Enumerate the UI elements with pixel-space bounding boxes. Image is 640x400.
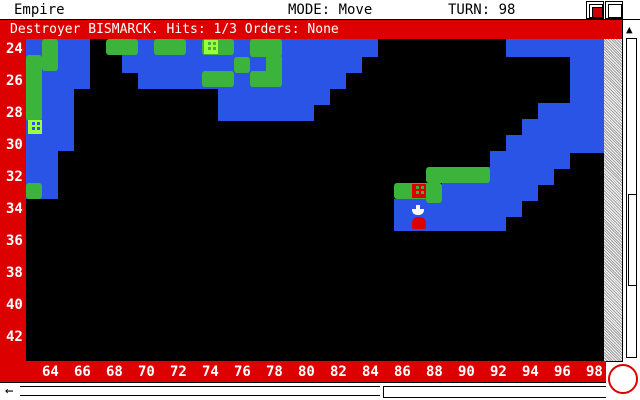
enemy-city-icon[interactable] <box>412 184 426 198</box>
col-label: 90 <box>458 364 475 380</box>
ocean-area <box>218 103 314 121</box>
row-label: 24 <box>6 41 23 57</box>
column-ruler: 64 66 68 70 72 74 76 78 80 82 84 86 88 9… <box>0 361 606 382</box>
land-tile <box>42 39 58 71</box>
col-label: 72 <box>170 364 187 380</box>
col-label: 94 <box>522 364 539 380</box>
ocean-area <box>570 55 604 105</box>
vertical-scrollbar[interactable]: ▲ <box>622 20 640 362</box>
col-label: 78 <box>266 364 283 380</box>
land-tile <box>426 183 442 203</box>
land-tile <box>154 39 186 55</box>
vertical-scroll-track[interactable] <box>626 38 637 358</box>
horizontal-scroll-thumb[interactable] <box>383 386 607 398</box>
land-tile <box>26 55 42 121</box>
row-label: 28 <box>6 105 23 121</box>
col-label: 82 <box>330 364 347 380</box>
col-label: 92 <box>490 364 507 380</box>
land-tile <box>26 183 42 199</box>
col-label: 88 <box>426 364 443 380</box>
row-label: 40 <box>6 297 23 313</box>
own-city-icon[interactable] <box>28 120 42 134</box>
title-bar: Empire MODE: Move TURN: 98 <box>0 0 640 20</box>
vertical-scroll-thumb[interactable] <box>628 194 637 286</box>
col-label: 96 <box>554 364 571 380</box>
col-label: 76 <box>234 364 251 380</box>
row-label: 38 <box>6 265 23 281</box>
col-label: 98 <box>586 364 603 380</box>
row-label: 34 <box>6 201 23 217</box>
col-label: 66 <box>74 364 91 380</box>
row-label: 30 <box>6 137 23 153</box>
horizontal-scrollbar[interactable]: ← <box>0 382 607 400</box>
enemy-unit-icon[interactable] <box>412 217 426 229</box>
window-title: Empire <box>14 2 65 18</box>
row-label: 26 <box>6 73 23 89</box>
col-label: 80 <box>298 364 315 380</box>
col-label: 70 <box>138 364 155 380</box>
land-tile <box>234 57 250 73</box>
col-label: 64 <box>42 364 59 380</box>
row-label: 36 <box>6 233 23 249</box>
unit-status-bar: Destroyer BISMARCK. Hits: 1/3 Orders: No… <box>0 20 622 39</box>
col-label: 84 <box>362 364 379 380</box>
turn-indicator: TURN: 98 <box>448 2 516 18</box>
resize-gadget-icon[interactable] <box>606 362 640 400</box>
depth-gadget-icon[interactable] <box>586 1 604 19</box>
land-tile <box>202 71 234 87</box>
land-tile <box>106 39 138 55</box>
row-label: 42 <box>6 329 23 345</box>
row-ruler: 24 26 28 30 32 34 36 38 40 42 <box>0 39 26 361</box>
game-map[interactable] <box>26 39 604 361</box>
own-city-icon[interactable] <box>204 40 218 54</box>
land-tile <box>426 167 490 183</box>
ocean-area <box>394 215 506 231</box>
row-label: 32 <box>6 169 23 185</box>
scroll-left-icon[interactable]: ← <box>5 384 13 398</box>
scroll-up-icon[interactable]: ▲ <box>626 24 633 35</box>
col-label: 86 <box>394 364 411 380</box>
col-label: 74 <box>202 364 219 380</box>
window-border <box>604 39 622 361</box>
col-label: 68 <box>106 364 123 380</box>
mode-indicator: MODE: Move <box>288 2 373 18</box>
land-tile <box>250 71 282 87</box>
horizontal-scroll-track[interactable] <box>20 386 380 396</box>
zoom-gadget-icon[interactable] <box>605 1 623 19</box>
